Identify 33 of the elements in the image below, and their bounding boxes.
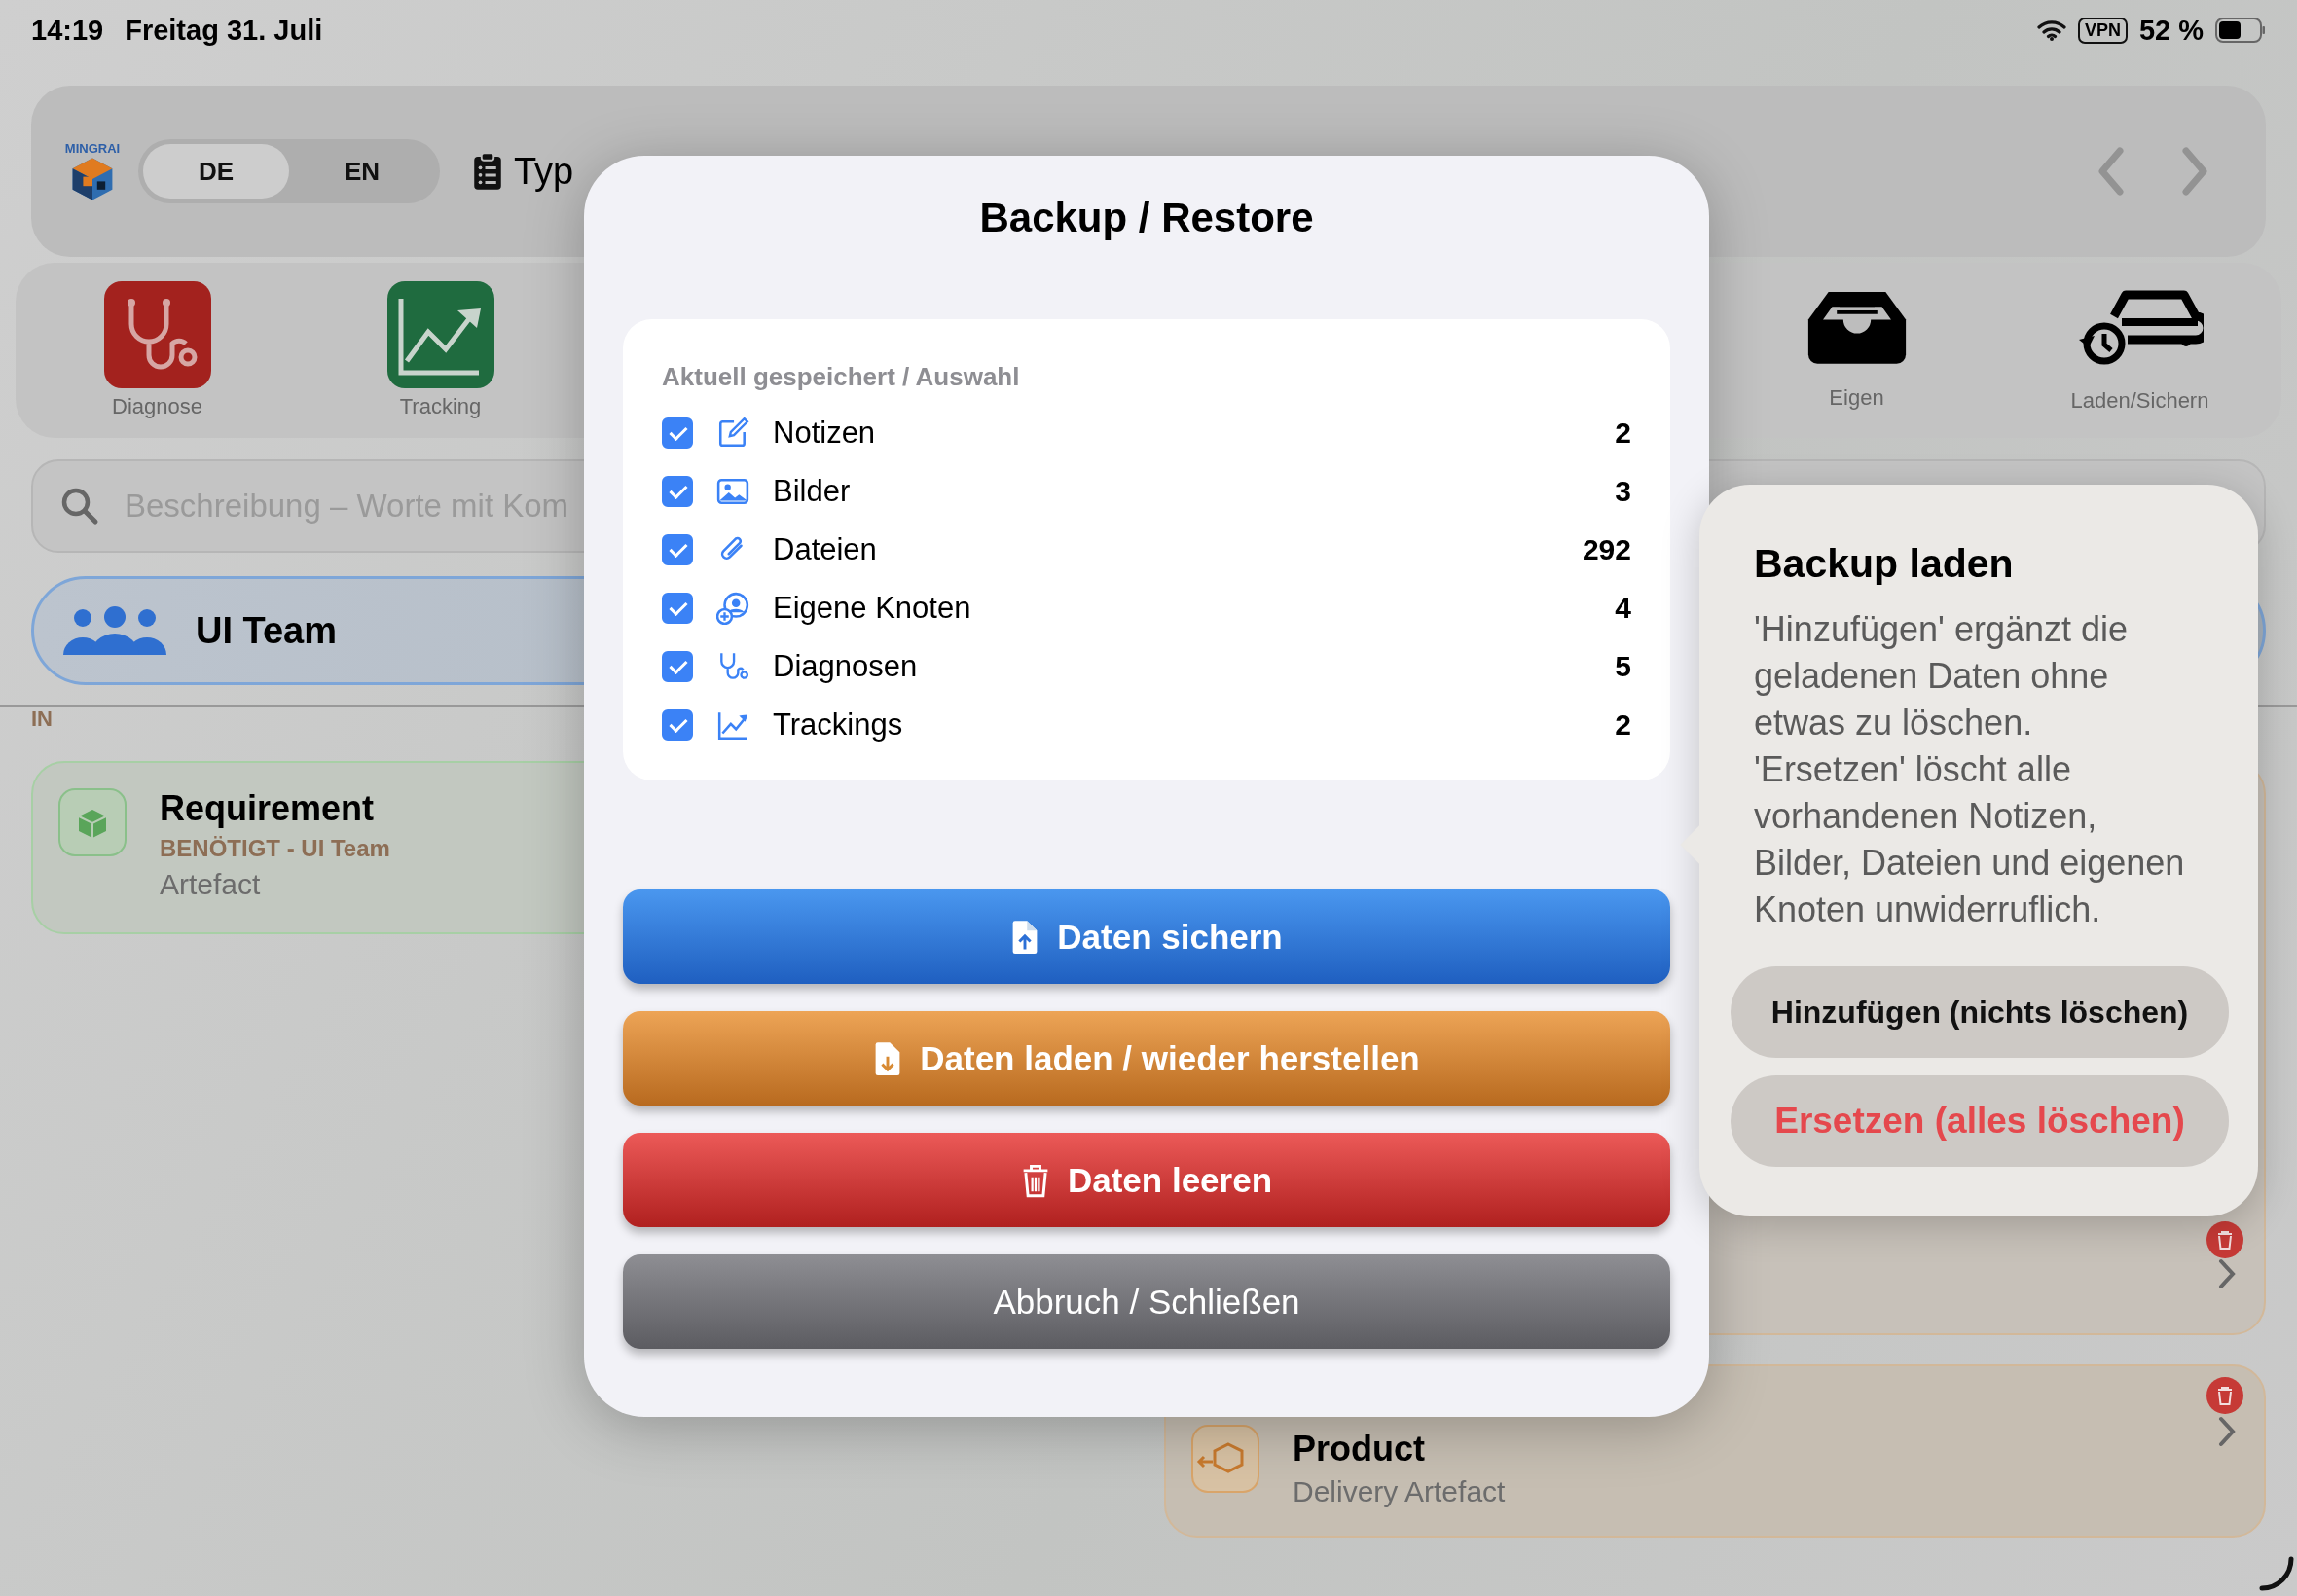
tile-label: Tracking bbox=[399, 394, 482, 419]
type-label: Typ bbox=[514, 150, 574, 193]
tile-label: Laden/Sichern bbox=[2070, 388, 2209, 414]
tile-label: Diagnose bbox=[112, 394, 202, 419]
item-count: 3 bbox=[1615, 475, 1631, 508]
team-name: UI Team bbox=[196, 609, 337, 652]
item-label: Eigene Knoten bbox=[773, 591, 971, 626]
item-count: 5 bbox=[1615, 650, 1631, 683]
section-label: IN bbox=[31, 707, 53, 732]
item-label: Notizen bbox=[773, 416, 876, 451]
tile-label: Eigen bbox=[1829, 385, 1884, 411]
vpn-badge: VPN bbox=[2077, 17, 2128, 44]
item-count: 2 bbox=[1615, 417, 1631, 450]
section-title: Aktuell gespeichert / Auswahl bbox=[662, 362, 1021, 392]
card-relation: BENÖTIGT - UI Team bbox=[160, 835, 390, 862]
card-subtitle: Delivery Artefact bbox=[1293, 1475, 1506, 1508]
item-count: 292 bbox=[1582, 533, 1631, 566]
item-count: 2 bbox=[1615, 708, 1631, 742]
status-time: 14:19 bbox=[31, 14, 104, 47]
item-label: Bilder bbox=[773, 474, 851, 509]
logo-text: MINGRAI bbox=[64, 140, 121, 156]
item-label: Trackings bbox=[773, 707, 903, 743]
item-label: Dateien bbox=[773, 532, 877, 567]
card-subtitle: Artefact bbox=[160, 868, 262, 901]
card-title: Requirement bbox=[160, 788, 376, 829]
item-count: 4 bbox=[1615, 592, 1631, 625]
dialog-title: Backup / Restore bbox=[979, 195, 1314, 241]
status-date: Freitag 31. Juli bbox=[125, 14, 323, 47]
popover-message: 'Hinzufügen' ergänzt die geladenen Daten ohne etwas zu löschen. 'Ersetzen' löscht alle vorhandenen Notizen, Bilder, Dateien und eigenen Knoten unwiderruflich. bbox=[1754, 608, 2186, 931]
card-title: Product bbox=[1293, 1429, 1426, 1469]
battery-percent: 52 % bbox=[2138, 14, 2204, 47]
item-label: Diagnosen bbox=[773, 649, 918, 684]
popover-title: Backup laden bbox=[1754, 541, 2015, 587]
